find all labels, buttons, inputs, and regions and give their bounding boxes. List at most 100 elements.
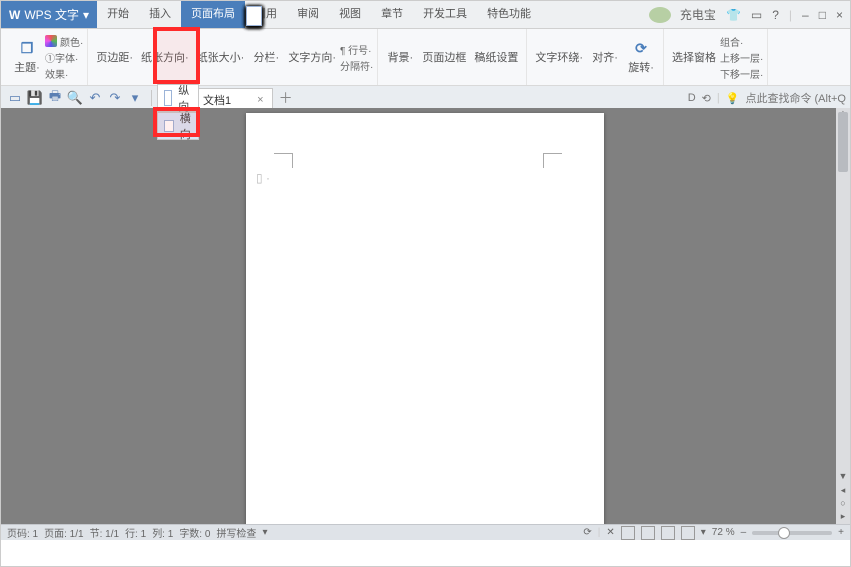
vertical-scrollbar[interactable]: ▲ ▼ ◂ ○ ▸ — [836, 108, 850, 525]
status-col[interactable]: 列: 1 — [152, 525, 173, 540]
window-close-button[interactable]: × — [833, 8, 846, 22]
redo-icon[interactable]: ↷ — [107, 90, 123, 106]
browse-object-icon[interactable]: ○ — [836, 498, 850, 512]
margin-button[interactable]: 页边距· — [92, 31, 137, 83]
new-tab-button[interactable]: ＋ — [279, 88, 293, 108]
search-command-hint[interactable]: 点此查找命令 (Alt+Q — [745, 90, 846, 106]
ribbon-group-layer: 选择窗格 组合· 上移一层· 下移一层· — [664, 29, 768, 85]
line-number-button[interactable]: ¶ 行号· — [340, 42, 373, 57]
doc-tab-close-icon[interactable]: × — [257, 94, 263, 106]
page-break-button[interactable]: 分隔符· — [340, 58, 373, 73]
ribbon-group-theme: ❒ 主题· 颜色· ①字体· 效果· — [5, 29, 88, 85]
view-mode-read-icon[interactable] — [641, 526, 655, 540]
status-page-count[interactable]: 页面: 1/1 — [44, 525, 83, 540]
outer-padding — [1, 540, 850, 566]
app-title-dropdown-icon[interactable]: ▾ — [83, 8, 89, 22]
tab-view[interactable]: 视图 — [329, 1, 371, 28]
page-border-button[interactable]: 页面边框 — [418, 31, 470, 83]
status-wordcount[interactable]: 字数: 0 — [179, 525, 210, 540]
prev-page-icon[interactable]: ◂ — [836, 485, 850, 499]
zoom-in-button[interactable]: + — [838, 527, 844, 538]
text-wrap-button[interactable]: 文字环绕· — [531, 31, 587, 83]
zoom-value[interactable]: 72 % — [712, 527, 735, 538]
skin-icon[interactable]: 👕 — [723, 8, 744, 22]
next-page-icon[interactable]: ▸ — [836, 511, 850, 525]
preview-icon[interactable]: 🔍 — [67, 90, 83, 106]
grid-paper-button[interactable]: 稿纸设置 — [470, 31, 522, 83]
status-spellcheck[interactable]: 拼写检查 — [216, 525, 256, 540]
orientation-landscape[interactable]: 横向 — [157, 112, 199, 140]
text-direction-button[interactable]: 文字方向· — [284, 31, 340, 83]
status-section[interactable]: 节: 1/1 — [90, 525, 119, 540]
view-mode-web-icon[interactable] — [661, 526, 675, 540]
wps-logo-icon: W — [9, 8, 20, 22]
title-right: 充电宝 👕 ▭ ? | – □ × — [649, 1, 846, 28]
workspace: ▯ · ▲ ▼ ◂ ○ ▸ — [1, 108, 850, 525]
quick-bar-right: D ⟲ | 💡 点此查找命令 (Alt+Q — [688, 86, 846, 110]
font-button[interactable]: ①字体· — [45, 50, 83, 65]
send-backward-button[interactable]: 下移一层· — [720, 66, 763, 81]
status-dropdown-icon[interactable]: ▾ — [262, 527, 267, 538]
help-icon[interactable]: ? — [769, 8, 782, 22]
scroll-down-icon[interactable]: ▼ — [836, 471, 850, 485]
group-button[interactable]: 组合· — [720, 34, 763, 49]
status-bar: 页码: 1 页面: 1/1 节: 1/1 行: 1 列: 1 字数: 0 拼写检… — [1, 524, 850, 540]
tab-special[interactable]: 特色功能 — [477, 1, 541, 28]
theme-icon: ❒ — [18, 39, 36, 57]
document-page[interactable]: ▯ · — [246, 113, 604, 525]
zoom-slider[interactable] — [752, 531, 832, 535]
selection-pane-button[interactable]: 选择窗格 — [668, 31, 720, 83]
orientation-portrait[interactable]: 纵向 — [157, 84, 199, 112]
ribbon-group-page: 页边距· 纸张方向· 纸张大小· 分栏· 文字方向· ¶ 行号· 分隔符· — [88, 29, 378, 85]
background-button[interactable]: 背景· — [382, 31, 418, 83]
zoom-dropdown-icon[interactable]: ▾ — [701, 527, 706, 538]
print-icon[interactable]: 🖶 — [47, 90, 63, 106]
status-row[interactable]: 行: 1 — [125, 525, 146, 540]
zoom-out-button[interactable]: – — [741, 527, 747, 538]
view-mode-outline-icon[interactable] — [681, 526, 695, 540]
bulb-icon: 💡 — [726, 92, 740, 105]
fit-width-icon[interactable]: ✕ — [606, 527, 614, 538]
avatar-icon[interactable] — [649, 7, 671, 23]
tab-review[interactable]: 审阅 — [287, 1, 329, 28]
columns-button[interactable]: 分栏· — [248, 31, 284, 83]
align-button[interactable]: 对齐· — [587, 31, 623, 83]
status-page-number[interactable]: 页码: 1 — [7, 525, 38, 540]
rotate-icon: ⟳ — [632, 39, 650, 57]
refresh-icon[interactable]: ⟲ — [702, 92, 711, 105]
tab-chapter[interactable]: 章节 — [371, 1, 413, 28]
theme-button[interactable]: ❒ 主题· — [9, 31, 45, 83]
brand-suffix: 文字 — [55, 6, 79, 23]
window-min-button[interactable]: – — [799, 8, 812, 22]
d-icon[interactable]: D — [688, 92, 696, 104]
para-mark-icon: ▯ · — [256, 171, 270, 185]
ribbon-group-background: 背景· 页面边框 稿纸设置 — [378, 29, 527, 85]
ribbon-collapse-icon[interactable]: ▭ — [748, 8, 765, 22]
doc-tab-name: 文档1 — [203, 92, 231, 108]
refresh-status-icon[interactable]: ⟳ — [583, 527, 591, 538]
status-right: ⟳ | ✕ ▾ 72 % – + — [583, 526, 844, 540]
scrollbar-thumb[interactable] — [838, 112, 848, 172]
tab-devtools[interactable]: 开发工具 — [413, 1, 477, 28]
undo-icon[interactable]: ↶ — [87, 90, 103, 106]
tab-start[interactable]: 开始 — [97, 1, 139, 28]
window-max-button[interactable]: □ — [816, 8, 829, 22]
zoom-slider-knob[interactable] — [778, 527, 790, 539]
main-tabs: 开始 插入 页面布局 引用 审阅 视图 章节 开发工具 特色功能 — [97, 1, 541, 28]
more-icon[interactable]: ▾ — [127, 90, 143, 106]
rotate-button[interactable]: ⟳旋转· — [623, 31, 659, 83]
margin-corner-tl — [274, 153, 293, 168]
view-mode-print-icon[interactable] — [621, 526, 635, 540]
orientation-button[interactable]: 纸张方向· — [137, 31, 193, 83]
color-button[interactable]: 颜色· — [45, 34, 83, 49]
save-icon[interactable]: 💾 — [27, 90, 43, 106]
bring-forward-button[interactable]: 上移一层· — [720, 50, 763, 65]
open-icon[interactable]: ▭ — [7, 90, 23, 106]
account-name[interactable]: 充电宝 — [677, 6, 719, 23]
effect-button[interactable]: 效果· — [45, 66, 83, 81]
size-button[interactable]: 纸张大小· — [193, 31, 249, 83]
tab-insert[interactable]: 插入 — [139, 1, 181, 28]
tab-page-layout[interactable]: 页面布局 — [181, 1, 245, 28]
landscape-icon — [164, 120, 174, 132]
portrait-icon — [164, 90, 172, 106]
